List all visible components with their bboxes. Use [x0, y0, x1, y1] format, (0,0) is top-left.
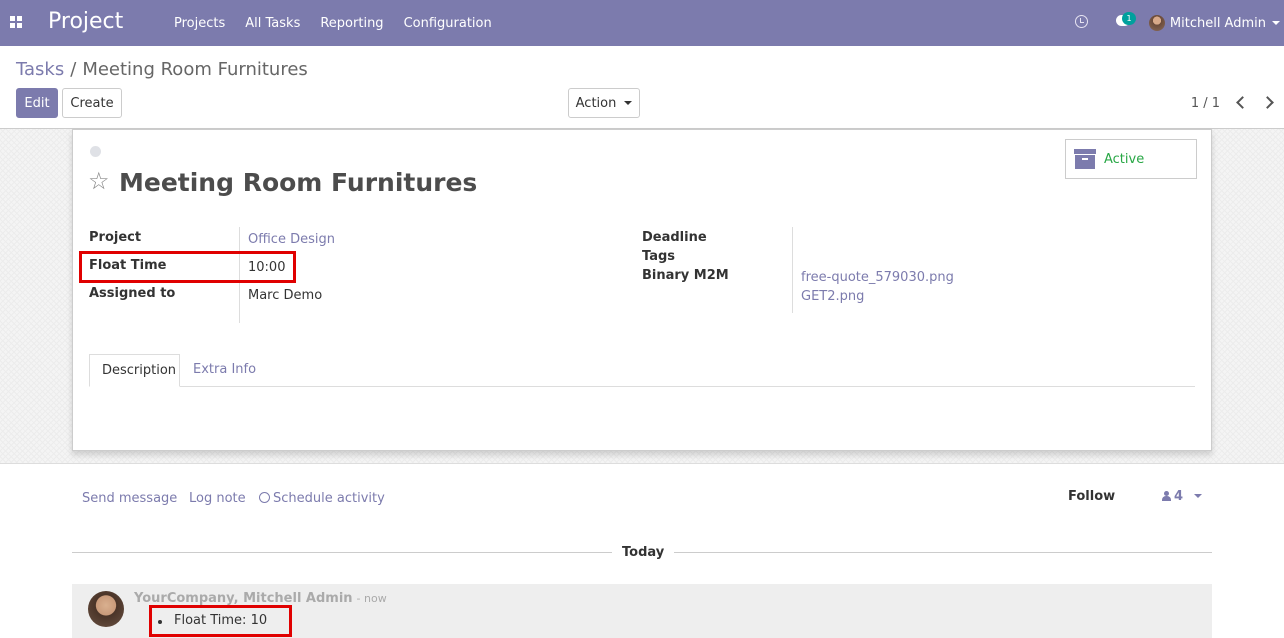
pager-previous-icon[interactable]	[1234, 95, 1248, 111]
date-separator-label: Today	[612, 545, 675, 560]
breadcrumb-current: Meeting Room Furnitures	[82, 59, 308, 80]
breadcrumb: Tasks / Meeting Room Furnitures	[16, 59, 308, 80]
chevron-down-icon	[624, 101, 633, 105]
apps-grid-icon[interactable]	[10, 16, 22, 28]
project-label: Project	[89, 230, 142, 245]
menu-item-projects[interactable]: Projects	[164, 16, 235, 31]
schedule-activity-button[interactable]: Schedule activity	[259, 491, 385, 506]
assigned-to-label: Assigned to	[89, 286, 176, 301]
pager-value[interactable]: 1 / 1	[1191, 96, 1220, 111]
deadline-label: Deadline	[642, 230, 707, 245]
message-time: - now	[356, 592, 387, 605]
top-navbar: Project Projects All Tasks Reporting Con…	[0, 0, 1284, 46]
send-message-button[interactable]: Send message	[82, 491, 177, 506]
attachment-link[interactable]: GET2.png	[801, 289, 864, 304]
app-brand[interactable]: Project	[48, 9, 123, 34]
chat-count-badge: 1	[1122, 12, 1136, 25]
edit-button[interactable]: Edit	[16, 88, 58, 118]
tab-extra-info[interactable]: Extra Info	[181, 354, 268, 387]
project-link[interactable]: Office Design	[248, 232, 335, 247]
active-toggle-button[interactable]: Active	[1065, 139, 1197, 179]
activity-clock-icon[interactable]	[1075, 15, 1088, 28]
tags-label: Tags	[642, 249, 676, 264]
float-time-highlight-box	[79, 251, 296, 283]
attachment-link[interactable]: free-quote_579030.png	[801, 270, 954, 285]
chevron-down-icon	[1272, 21, 1280, 25]
menu-item-configuration[interactable]: Configuration	[394, 16, 502, 31]
follow-button[interactable]: Follow	[1068, 489, 1115, 504]
chatter-message: YourCompany, Mitchell Admin - now Float T…	[72, 584, 1212, 638]
field-divider	[792, 227, 793, 313]
log-note-button[interactable]: Log note	[189, 491, 246, 506]
binary-m2m-label: Binary M2M	[642, 268, 729, 283]
chatter: Send message Log note Schedule activity …	[0, 465, 1284, 638]
person-icon	[1162, 491, 1171, 501]
tab-description[interactable]: Description	[89, 354, 180, 387]
message-highlight-box	[149, 605, 292, 637]
chevron-down-icon[interactable]	[1194, 494, 1202, 498]
star-icon[interactable]: ☆	[88, 168, 110, 194]
pager-next-icon[interactable]	[1262, 95, 1276, 111]
menu-item-all-tasks[interactable]: All Tasks	[235, 16, 310, 31]
action-dropdown[interactable]: Action	[568, 88, 640, 118]
message-author: YourCompany, Mitchell Admin - now	[134, 591, 387, 606]
active-label: Active	[1104, 152, 1145, 167]
notebook-tabs: Description Extra Info	[89, 354, 1195, 387]
menu-item-reporting[interactable]: Reporting	[310, 16, 393, 31]
user-menu[interactable]: Mitchell Admin	[1148, 0, 1284, 46]
author-avatar[interactable]	[88, 591, 124, 627]
create-button[interactable]: Create	[62, 88, 122, 118]
user-name: Mitchell Admin	[1169, 15, 1266, 31]
message-author-name[interactable]: YourCompany, Mitchell Admin	[134, 591, 353, 606]
main-menu: Projects All Tasks Reporting Configurati…	[164, 0, 502, 46]
archive-icon	[1074, 149, 1096, 169]
schedule-activity-label: Schedule activity	[273, 491, 385, 506]
assigned-to-value[interactable]: Marc Demo	[248, 288, 322, 303]
action-label: Action	[575, 95, 617, 111]
clock-icon	[259, 492, 270, 503]
kanban-state-indicator[interactable]	[90, 146, 101, 157]
followers-button[interactable]: 4	[1162, 489, 1183, 504]
form-sheet: ☆ Meeting Room Furnitures Active Project…	[72, 129, 1212, 451]
followers-count: 4	[1174, 489, 1184, 504]
control-panel: Tasks / Meeting Room Furnitures Edit Creat…	[0, 46, 1284, 129]
breadcrumb-tasks-link[interactable]: Tasks	[16, 59, 64, 80]
form-background: ☆ Meeting Room Furnitures Active Project…	[0, 129, 1284, 464]
breadcrumb-separator: /	[70, 59, 77, 80]
user-avatar	[1148, 15, 1165, 31]
task-title[interactable]: Meeting Room Furnitures	[119, 168, 477, 197]
